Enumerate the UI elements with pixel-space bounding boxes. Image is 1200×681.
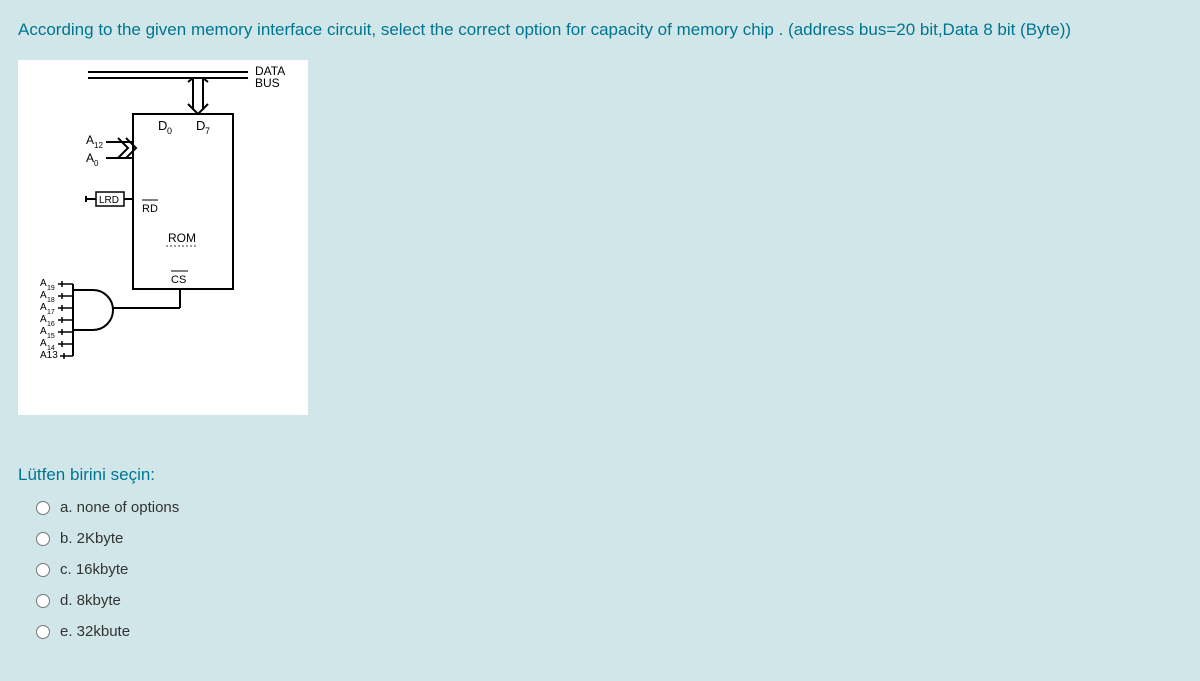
svg-text:15: 15 xyxy=(47,333,55,340)
svg-text:19: 19 xyxy=(47,285,55,292)
svg-text:A: A xyxy=(40,290,47,301)
rom-label: ROM xyxy=(168,231,196,245)
option-c-label: c. 16kbyte xyxy=(60,561,128,578)
option-d-label: d. 8kbyte xyxy=(60,592,121,609)
question-text: According to the given memory interface … xyxy=(18,20,1182,40)
svg-text:A: A xyxy=(40,338,47,349)
svg-text:A: A xyxy=(40,302,47,313)
circuit-svg: DATA BUS D 0 D 7 A 12 A 0 LRD xyxy=(18,60,308,415)
radio-a[interactable] xyxy=(36,501,50,515)
select-prompt: Lütfen birini seçin: xyxy=(18,465,1182,485)
option-e[interactable]: e. 32kbute xyxy=(36,623,1182,640)
option-d[interactable]: d. 8kbyte xyxy=(36,592,1182,609)
option-e-label: e. 32kbute xyxy=(60,623,130,640)
a12-label: A xyxy=(86,133,94,147)
radio-e[interactable] xyxy=(36,625,50,639)
rd-label: RD xyxy=(142,203,158,215)
d0-sub: 0 xyxy=(167,126,172,136)
svg-text:A: A xyxy=(40,314,47,325)
radio-c[interactable] xyxy=(36,563,50,577)
svg-text:16: 16 xyxy=(47,321,55,328)
svg-text:A13: A13 xyxy=(40,350,58,361)
circuit-diagram: DATA BUS D 0 D 7 A 12 A 0 LRD xyxy=(18,60,308,415)
option-b-label: b. 2Kbyte xyxy=(60,530,123,547)
a0-label: A xyxy=(86,151,94,165)
svg-text:17: 17 xyxy=(47,309,55,316)
radio-d[interactable] xyxy=(36,594,50,608)
radio-b[interactable] xyxy=(36,532,50,546)
d0-label: D xyxy=(158,118,167,133)
svg-text:18: 18 xyxy=(47,297,55,304)
data-bus-label2: BUS xyxy=(255,76,280,90)
option-b[interactable]: b. 2Kbyte xyxy=(36,530,1182,547)
a0-sub: 0 xyxy=(94,159,99,168)
cs-label: CS xyxy=(171,274,186,286)
options-list: a. none of options b. 2Kbyte c. 16kbyte … xyxy=(18,499,1182,640)
option-a[interactable]: a. none of options xyxy=(36,499,1182,516)
option-c[interactable]: c. 16kbyte xyxy=(36,561,1182,578)
svg-text:A: A xyxy=(40,326,47,337)
d7-label: D xyxy=(196,118,205,133)
option-a-label: a. none of options xyxy=(60,499,179,516)
lrd-label: LRD xyxy=(99,195,119,206)
a12-sub: 12 xyxy=(94,141,103,150)
d7-sub: 7 xyxy=(205,126,210,136)
svg-text:A: A xyxy=(40,278,47,289)
